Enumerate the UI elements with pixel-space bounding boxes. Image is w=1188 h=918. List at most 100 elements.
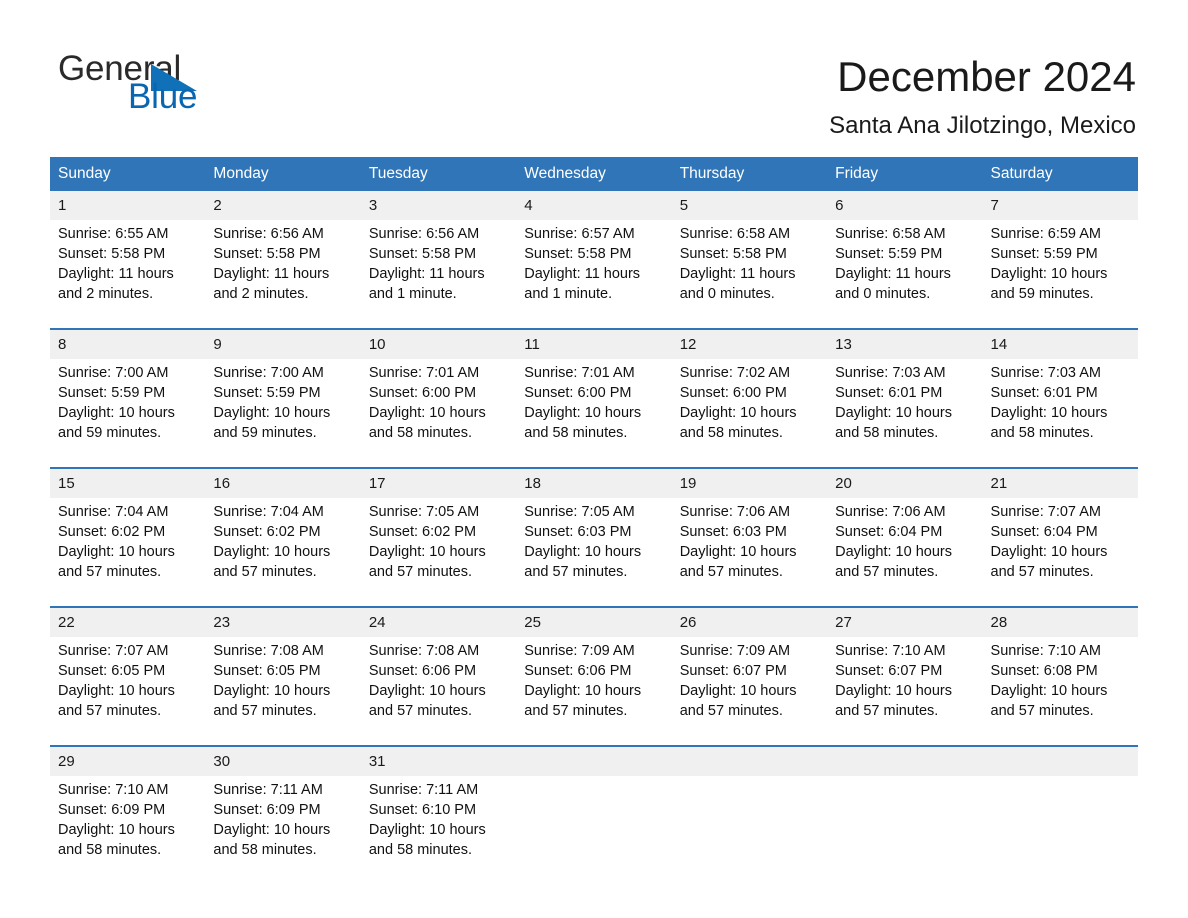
week-3-daynumber-row: 15 16 17 18 19 20 21: [50, 467, 1138, 498]
day-cell[interactable]: Sunrise: 7:08 AM Sunset: 6:05 PM Dayligh…: [205, 637, 361, 737]
weekday-header-friday: Friday: [827, 157, 983, 191]
day-number[interactable]: 27: [827, 606, 983, 637]
sunset-text: Sunset: 6:07 PM: [679, 663, 787, 679]
day-cell[interactable]: Sunrise: 7:10 AM Sunset: 6:07 PM Dayligh…: [827, 637, 983, 737]
day-cell[interactable]: Sunrise: 7:11 AM Sunset: 6:10 PM Dayligh…: [360, 776, 517, 876]
day-number[interactable]: 20: [827, 467, 983, 498]
title-block: December 2024 Santa Ana Jilotzingo, Mexi…: [829, 52, 1136, 140]
day-number[interactable]: 22: [50, 606, 206, 637]
day-cell[interactable]: Sunrise: 7:00 AM Sunset: 5:59 PM Dayligh…: [205, 359, 361, 459]
sunrise-text: Sunrise: 6:57 AM: [524, 226, 635, 242]
day-number[interactable]: 10: [360, 328, 517, 359]
day-number[interactable]: 7: [982, 191, 1138, 220]
sunset-text: Sunset: 6:04 PM: [835, 524, 943, 540]
day-cell[interactable]: Sunrise: 7:03 AM Sunset: 6:01 PM Dayligh…: [827, 359, 983, 459]
sunrise-text: Sunrise: 7:00 AM: [213, 365, 324, 381]
day-cell[interactable]: Sunrise: 7:07 AM Sunset: 6:04 PM Dayligh…: [982, 498, 1138, 598]
day-cell[interactable]: Sunrise: 7:06 AM Sunset: 6:04 PM Dayligh…: [827, 498, 983, 598]
day-number[interactable]: 29: [50, 745, 206, 776]
daylight-text-line1: Daylight: 11 hours: [58, 266, 174, 282]
day-cell[interactable]: Sunrise: 6:58 AM Sunset: 5:58 PM Dayligh…: [671, 220, 828, 320]
day-number[interactable]: 16: [205, 467, 361, 498]
day-number[interactable]: 24: [360, 606, 517, 637]
day-cell[interactable]: Sunrise: 7:07 AM Sunset: 6:05 PM Dayligh…: [50, 637, 206, 737]
day-number[interactable]: 14: [982, 328, 1138, 359]
day-number[interactable]: 5: [671, 191, 828, 220]
sunrise-text: Sunrise: 7:08 AM: [368, 643, 480, 659]
day-number[interactable]: 23: [205, 606, 361, 637]
week-spacer: [50, 459, 1138, 468]
day-cell[interactable]: Sunrise: 7:00 AM Sunset: 5:59 PM Dayligh…: [50, 359, 206, 459]
day-cell[interactable]: Sunrise: 7:06 AM Sunset: 6:03 PM Dayligh…: [671, 498, 828, 598]
day-cell[interactable]: Sunrise: 7:01 AM Sunset: 6:00 PM Dayligh…: [360, 359, 517, 459]
day-cell[interactable]: Sunrise: 6:59 AM Sunset: 5:59 PM Dayligh…: [982, 220, 1138, 320]
daylight-text-line1: Daylight: 10 hours: [524, 683, 642, 699]
daylight-text-line1: Daylight: 10 hours: [524, 405, 642, 421]
daylight-text-line2: and 1 minute.: [524, 286, 613, 302]
day-number[interactable]: 30: [205, 745, 361, 776]
day-cell[interactable]: Sunrise: 7:09 AM Sunset: 6:06 PM Dayligh…: [516, 637, 672, 737]
day-cell[interactable]: Sunrise: 7:08 AM Sunset: 6:06 PM Dayligh…: [360, 637, 517, 737]
daylight-text-line2: and 58 minutes.: [990, 425, 1094, 441]
day-number[interactable]: 9: [205, 328, 361, 359]
day-number[interactable]: 3: [360, 191, 517, 220]
day-cell[interactable]: Sunrise: 6:57 AM Sunset: 5:58 PM Dayligh…: [516, 220, 672, 320]
day-cell[interactable]: Sunrise: 6:56 AM Sunset: 5:58 PM Dayligh…: [205, 220, 361, 320]
day-number[interactable]: 13: [827, 328, 983, 359]
week-2-daynumber-row: 8 9 10 11 12 13 14: [50, 328, 1138, 359]
day-cell[interactable]: Sunrise: 7:01 AM Sunset: 6:00 PM Dayligh…: [516, 359, 672, 459]
daylight-text-line2: and 58 minutes.: [58, 842, 162, 858]
day-cell[interactable]: Sunrise: 6:58 AM Sunset: 5:59 PM Dayligh…: [827, 220, 983, 320]
daylight-text-line1: Daylight: 10 hours: [679, 544, 797, 560]
sunset-text: Sunset: 5:58 PM: [524, 246, 632, 262]
day-number[interactable]: 28: [982, 606, 1138, 637]
day-cell[interactable]: Sunrise: 7:09 AM Sunset: 6:07 PM Dayligh…: [671, 637, 828, 737]
day-cell[interactable]: Sunrise: 6:56 AM Sunset: 5:58 PM Dayligh…: [360, 220, 517, 320]
day-cell[interactable]: Sunrise: 7:05 AM Sunset: 6:03 PM Dayligh…: [516, 498, 672, 598]
sunset-text: Sunset: 6:03 PM: [679, 524, 787, 540]
day-number[interactable]: 11: [516, 328, 672, 359]
day-number[interactable]: 12: [671, 328, 828, 359]
daylight-text-line2: and 57 minutes.: [58, 703, 162, 719]
sunrise-text: Sunrise: 7:06 AM: [835, 504, 946, 520]
day-number[interactable]: 21: [982, 467, 1138, 498]
daylight-text-line2: and 57 minutes.: [524, 564, 628, 580]
day-number[interactable]: 2: [205, 191, 361, 220]
sunset-text: Sunset: 6:07 PM: [835, 663, 943, 679]
daylight-text-line2: and 57 minutes.: [524, 703, 628, 719]
day-number[interactable]: 26: [671, 606, 828, 637]
daylight-text-line1: Daylight: 10 hours: [368, 405, 486, 421]
daylight-text-line2: and 57 minutes.: [368, 564, 473, 580]
day-cell[interactable]: Sunrise: 6:55 AM Sunset: 5:58 PM Dayligh…: [50, 220, 206, 320]
sunrise-text: Sunrise: 6:56 AM: [213, 226, 324, 242]
day-number[interactable]: 8: [50, 328, 206, 359]
day-number[interactable]: 1: [50, 191, 206, 220]
day-number[interactable]: 19: [671, 467, 828, 498]
day-number[interactable]: 6: [827, 191, 983, 220]
sunset-text: Sunset: 5:59 PM: [835, 246, 943, 262]
sunrise-text: Sunrise: 7:11 AM: [368, 782, 479, 798]
day-number[interactable]: 18: [516, 467, 672, 498]
day-number[interactable]: 4: [516, 191, 672, 220]
daylight-text-line2: and 59 minutes.: [990, 286, 1094, 302]
day-number[interactable]: 15: [50, 467, 206, 498]
day-cell[interactable]: Sunrise: 7:11 AM Sunset: 6:09 PM Dayligh…: [205, 776, 361, 876]
sunrise-text: Sunrise: 7:07 AM: [58, 643, 169, 659]
daylight-text-line1: Daylight: 10 hours: [835, 683, 952, 699]
day-number[interactable]: 25: [516, 606, 672, 637]
general-blue-logo[interactable]: General Blue: [58, 50, 318, 122]
day-cell[interactable]: Sunrise: 7:10 AM Sunset: 6:09 PM Dayligh…: [50, 776, 206, 876]
day-cell[interactable]: Sunrise: 7:10 AM Sunset: 6:08 PM Dayligh…: [982, 637, 1138, 737]
day-cell[interactable]: Sunrise: 7:04 AM Sunset: 6:02 PM Dayligh…: [50, 498, 206, 598]
day-cell-empty: [671, 776, 828, 876]
day-cell[interactable]: Sunrise: 7:02 AM Sunset: 6:00 PM Dayligh…: [671, 359, 828, 459]
day-cell[interactable]: Sunrise: 7:03 AM Sunset: 6:01 PM Dayligh…: [982, 359, 1138, 459]
daylight-text-line1: Daylight: 10 hours: [990, 405, 1108, 421]
sunset-text: Sunset: 6:02 PM: [213, 524, 321, 540]
day-number[interactable]: 17: [360, 467, 517, 498]
day-cell[interactable]: Sunrise: 7:04 AM Sunset: 6:02 PM Dayligh…: [205, 498, 361, 598]
day-cell[interactable]: Sunrise: 7:05 AM Sunset: 6:02 PM Dayligh…: [360, 498, 517, 598]
sunset-text: Sunset: 5:59 PM: [213, 385, 321, 401]
week-4-detail-row: Sunrise: 7:07 AM Sunset: 6:05 PM Dayligh…: [50, 637, 1138, 737]
day-number[interactable]: 31: [360, 745, 517, 776]
